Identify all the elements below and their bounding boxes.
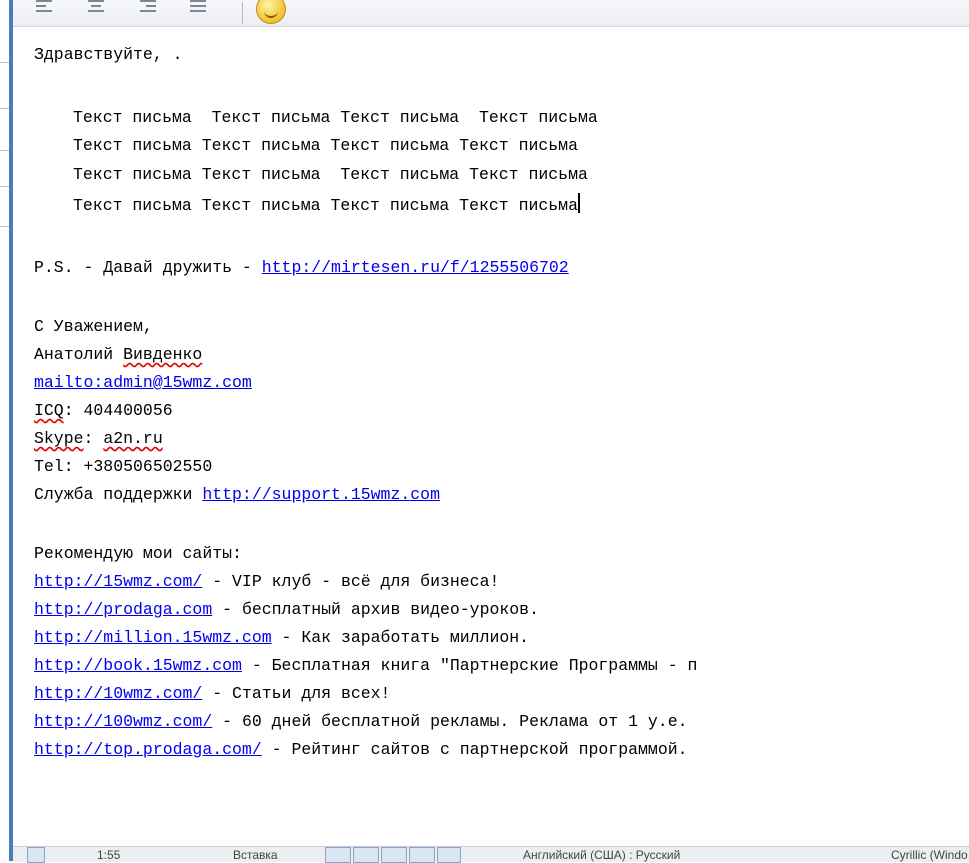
encoding-indicator: Cyrillic (Windo [891, 848, 968, 862]
gutter-divider [0, 226, 9, 227]
icq-label: ICQ [34, 401, 64, 420]
site-item: http://million.15wmz.com - Как заработат… [34, 627, 529, 649]
ps-link[interactable]: http://mirtesen.ru/f/1255506702 [262, 258, 569, 277]
support-line: Служба поддержки http://support.15wmz.co… [34, 484, 440, 506]
site-link[interactable]: http://million.15wmz.com [34, 628, 272, 647]
text-caret [577, 193, 580, 213]
insert-mode: Вставка [233, 848, 278, 862]
align-center-icon[interactable] [85, 0, 107, 18]
site-description: - Рейтинг сайтов с партнерской программо… [261, 740, 688, 759]
gutter-divider [0, 108, 9, 109]
support-link[interactable]: http://support.15wmz.com [202, 485, 440, 504]
first-name: Анатолий [34, 345, 124, 364]
site-link[interactable]: http://10wmz.com/ [34, 684, 202, 703]
mailto-line: mailto:admin@15wmz.com [34, 372, 252, 394]
tel-line: Tel: +380506502550 [34, 457, 213, 476]
body-line-text: Текст письма Текст письма Текст письма Т… [73, 196, 578, 215]
gutter-divider [0, 62, 9, 63]
align-right-icon[interactable] [137, 0, 159, 18]
gutter-divider [0, 150, 9, 151]
site-item: http://15wmz.com/ - VIP клуб - всё для б… [34, 571, 499, 593]
regards: С Уважением, [34, 317, 153, 336]
skype-line: Skype: a2n.ru [34, 428, 163, 450]
site-description: - 60 дней бесплатной рекламы. Реклама от… [212, 712, 688, 731]
body-line: Текст письма Текст письма Текст письма Т… [73, 193, 580, 215]
site-link[interactable]: http://15wmz.com/ [34, 572, 202, 591]
align-justify-icon[interactable] [187, 0, 209, 18]
site-item: http://top.prodaga.com/ - Рейтинг сайтов… [34, 739, 688, 761]
site-item: http://prodaga.com - бесплатный архив ви… [34, 599, 539, 621]
site-link[interactable]: http://prodaga.com [34, 600, 212, 619]
skype-separator: : [83, 429, 104, 448]
align-left-icon[interactable] [33, 0, 55, 18]
site-description: - Бесплатная книга "Партнерские Программ… [241, 656, 698, 675]
last-name: Вивденко [123, 345, 203, 364]
icq-value: : 404400056 [63, 401, 173, 420]
recommend-heading: Рекомендую мои сайты: [34, 544, 242, 563]
status-bar: 1:55 Вставка Английский (США) : Русский … [13, 846, 969, 863]
skype-value: a2n.ru [103, 429, 163, 448]
site-description: - VIP клуб - всё для бизнеса! [202, 572, 500, 591]
message-editor[interactable]: Здравствуйте, . Текст письма Текст письм… [34, 44, 969, 759]
icq-line: ICQ: 404400056 [34, 400, 173, 422]
support-label: Служба поддержки [34, 485, 203, 504]
formatting-toolbar [13, 0, 969, 27]
site-description: - Как заработать миллион. [271, 628, 530, 647]
toolbar-separator [242, 2, 243, 24]
ps-prefix: P.S. - Давай дружить - [34, 258, 262, 277]
body-line: Текст письма Текст письма Текст письма Т… [73, 108, 598, 127]
skype-label: Skype [34, 429, 84, 448]
signature-name: Анатолий Вивденко [34, 344, 202, 366]
greeting: Здравствуйте, . [34, 45, 183, 64]
gutter-divider [0, 186, 9, 187]
body-line: Текст письма Текст письма Текст письма Т… [73, 165, 588, 184]
language-indicator: Английский (США) : Русский [523, 848, 681, 862]
site-link[interactable]: http://top.prodaga.com/ [34, 740, 262, 759]
ps-line: P.S. - Давай дружить - http://mirtesen.r… [34, 257, 569, 279]
mailto-link[interactable]: mailto:admin@15wmz.com [34, 373, 252, 392]
site-item: http://100wmz.com/ - 60 дней бесплатной … [34, 711, 688, 733]
site-item: http://book.15wmz.com - Бесплатная книга… [34, 655, 697, 677]
site-description: - Статьи для всех! [202, 684, 391, 703]
site-item: http://10wmz.com/ - Статьи для всех! [34, 683, 390, 705]
cursor-position: 1:55 [97, 848, 121, 862]
site-description: - бесплатный архив видео-уроков. [212, 600, 539, 619]
window-edge [9, 0, 13, 861]
site-link[interactable]: http://100wmz.com/ [34, 712, 212, 731]
site-link[interactable]: http://book.15wmz.com [34, 656, 242, 675]
smiley-icon[interactable] [256, 0, 286, 24]
body-line: Текст письма Текст письма Текст письма Т… [73, 136, 578, 155]
